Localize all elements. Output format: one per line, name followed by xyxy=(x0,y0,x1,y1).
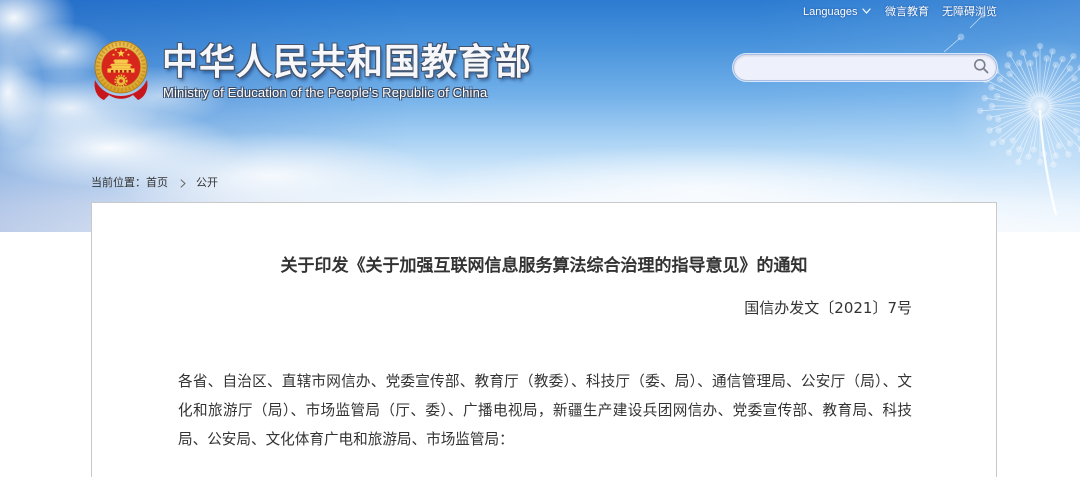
dandelion-seed-tuft xyxy=(1030,146,1037,153)
dandelion-seed-tuft xyxy=(994,116,1002,123)
chevron-right-icon xyxy=(180,178,186,188)
dandelion-seed-tuft xyxy=(1049,48,1056,55)
article-panel: 关于印发《关于加强互联网信息服务算法综合治理的指导意见》的通知 国信办发文〔20… xyxy=(91,202,997,477)
dandelion-center xyxy=(1024,90,1056,122)
document-number: 国信办发文〔2021〕7号 xyxy=(744,299,912,317)
dandelion-seed xyxy=(980,106,1032,112)
dandelion-seed-tuft xyxy=(998,138,1006,145)
national-emblem-logo xyxy=(94,40,148,100)
breadcrumb-home-link[interactable]: 首页 xyxy=(146,176,168,190)
site-title: 中华人民共和国教育部 xyxy=(162,42,533,83)
article-title: 关于印发《关于加强互联网信息服务算法综合治理的指导意见》的通知 xyxy=(280,256,808,276)
dandelion-seed-tuft xyxy=(1036,158,1044,166)
dandelion-seed-tuft xyxy=(1036,42,1044,50)
dandelion-seed-tuft xyxy=(1052,152,1059,159)
dandelion-seed-tuft xyxy=(1016,146,1023,153)
dandelion-seed-tuft xyxy=(995,127,1002,134)
dandelion-seed-tuft xyxy=(993,93,1001,100)
dandelion-seed-tuft xyxy=(981,94,988,102)
dandelion-seed-tuft xyxy=(1065,151,1072,158)
dandelion-decoration xyxy=(943,12,1080,215)
dandelion-seed-tuft xyxy=(1006,70,1013,78)
site-subtitle: Ministry of Education of the People's Re… xyxy=(163,85,488,100)
dandelion-seed-tuft xyxy=(1006,51,1013,58)
dandelion-seed-tuft xyxy=(1027,59,1034,67)
dandelion-seed-tuft xyxy=(996,76,1004,83)
dandelion-seed-tuft xyxy=(1025,153,1032,160)
dandelion-seed-tuft xyxy=(1005,149,1012,156)
breadcrumb: 当前位置： 首页 公开 xyxy=(91,176,218,190)
dandelion-seed-tuft xyxy=(988,102,996,110)
page: Languages 微言教育 无障碍浏览 中华人民共和国教育部 Ministry… xyxy=(0,0,1080,477)
dandelion-seed-tuft xyxy=(1052,61,1059,69)
search-icon xyxy=(974,59,989,74)
search-input[interactable] xyxy=(746,56,968,79)
dandelion-seed-tuft xyxy=(1050,161,1057,168)
dandelion-seed-tuft xyxy=(977,107,984,115)
weiyan-jiaoyu-link[interactable]: 微言教育 xyxy=(885,5,929,20)
dandelion-seed-tuft xyxy=(986,114,993,121)
accessibility-link[interactable]: 无障碍浏览 xyxy=(942,5,997,20)
site-logo-link[interactable]: 中华人民共和国教育部 Ministry of Education of the … xyxy=(92,40,532,104)
dandelion-seed-tuft xyxy=(1055,142,1063,149)
breadcrumb-prefix: 当前位置： xyxy=(91,176,146,189)
dandelion-seed-tuft xyxy=(1015,158,1022,166)
dandelion-seed-tuft xyxy=(988,84,995,91)
dandelion-seed-tuft xyxy=(1019,49,1027,56)
dandelion-seed-tuft xyxy=(986,127,993,134)
dandelion-seed-tuft xyxy=(1009,137,1016,144)
dandelion-seed-tuft xyxy=(1073,127,1080,134)
dandelion-seed-tuft xyxy=(1040,150,1048,157)
header-sky-background xyxy=(0,0,1080,232)
dandelion-seed-tuft xyxy=(1032,51,1039,58)
search-box xyxy=(733,54,997,81)
dandelion-seed-tuft xyxy=(1004,62,1011,69)
dandelion-seed-tuft xyxy=(1066,65,1074,72)
search-button[interactable] xyxy=(971,57,991,78)
languages-label: Languages xyxy=(803,6,858,18)
dandelion-seed-tuft xyxy=(1043,55,1050,62)
dandelion-seed-tuft xyxy=(1070,53,1077,60)
dandelion-seed-tuft xyxy=(1066,140,1074,147)
languages-dropdown[interactable]: Languages xyxy=(803,5,872,20)
dandelion-seed-tuft xyxy=(1059,55,1066,63)
dandelion-seed-tuft xyxy=(1016,59,1023,66)
chevron-down-icon xyxy=(862,8,872,14)
breadcrumb-public-link[interactable]: 公开 xyxy=(196,176,218,190)
dandelion-seed xyxy=(1044,113,1069,155)
dandelion-seed-tuft xyxy=(1071,75,1078,82)
article-salutation: 各省、自治区、直辖市网信办、党委宣传部、教育厅（教委）、科技厅（委、局）、通信管… xyxy=(178,373,912,448)
dandelion-seed-tuft xyxy=(989,140,997,147)
